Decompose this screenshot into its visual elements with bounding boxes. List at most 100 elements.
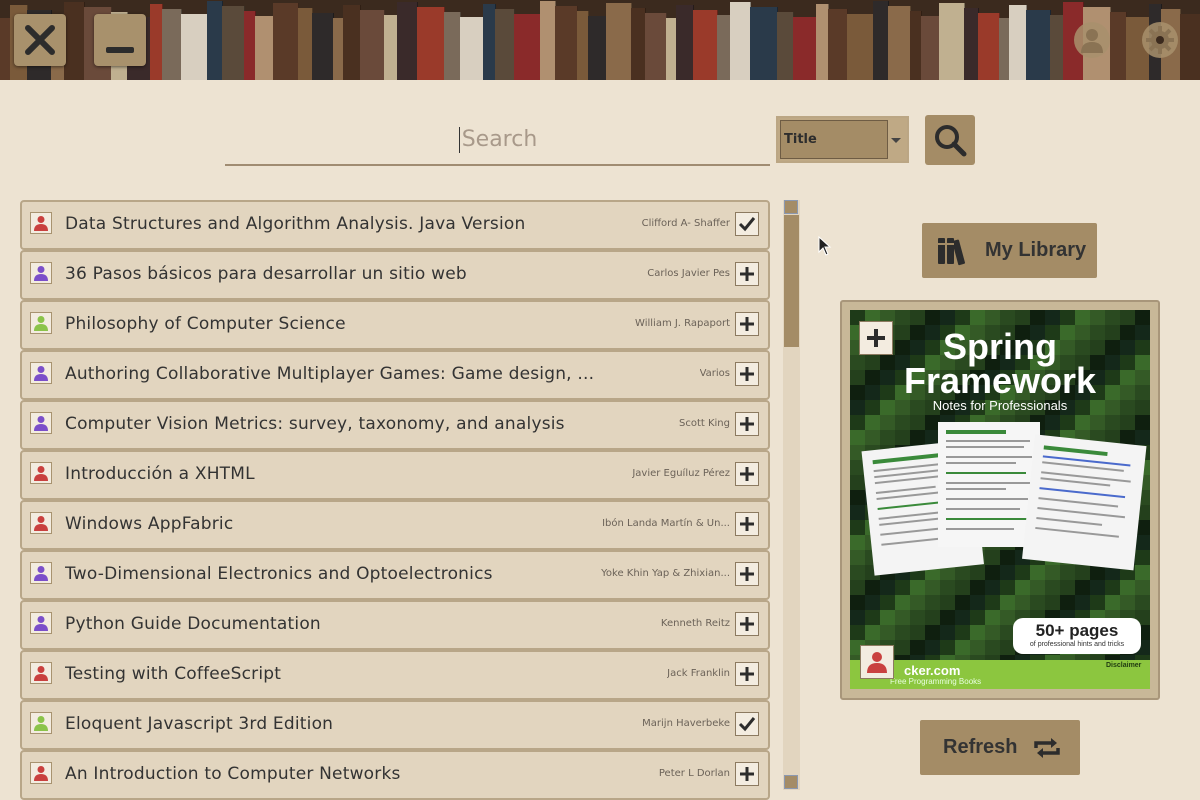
book-author: Varios [699,368,730,379]
book-author: Scott King [678,418,730,429]
book-row[interactable]: Eloquent Javascript 3rd Edition Marijn Ha… [20,700,770,750]
books-icon [938,238,966,266]
shelf-book-spine [676,5,694,80]
shelf-book-spine [222,6,245,80]
book-row[interactable]: Windows AppFabric Ibón Landa Martín & Un.… [20,500,770,550]
my-library-button[interactable]: My Library [922,223,1097,278]
add-to-library-button[interactable] [735,262,759,286]
search-field[interactable] [225,116,774,166]
book-title: Windows AppFabric [65,514,234,534]
search-input[interactable] [225,116,774,162]
book-row[interactable]: Computer Vision Metrics: survey, taxonom… [20,400,770,450]
close-button[interactable] [14,14,66,66]
user-icon [34,266,48,281]
shelf-book-spine [645,13,667,80]
shelf-book-spine [888,6,911,80]
add-to-library-button[interactable] [735,412,759,436]
user-button[interactable] [1074,22,1110,58]
book-row[interactable]: 36 Pasos básicos para desarrollar un sit… [20,250,770,300]
user-icon [34,216,48,231]
book-title: Python Guide Documentation [65,614,321,634]
shelf-book-spine [417,7,445,80]
minimize-icon [106,47,134,53]
shelf-book-spine [312,13,334,80]
search-button[interactable] [925,115,975,165]
shelf-book-spine [181,14,208,80]
shelf-book-spine [847,14,874,80]
book-title: Introducción a XHTML [65,464,255,484]
cover-title-line2: Framework [903,360,1097,401]
cover-pages-sub: of professional hints and tricks [1029,641,1125,648]
shelf-book-spine [1110,12,1127,80]
book-title: Philosophy of Computer Science [65,314,346,334]
shelf-book-spine [606,3,632,80]
settings-button[interactable] [1142,22,1178,58]
scroll-thumb[interactable] [784,215,799,347]
book-title: Data Structures and Algorithm Analysis. … [65,214,526,234]
mouse-cursor-icon [818,236,832,256]
cover-disclaimer: Disclaimer [1106,662,1142,669]
shelf-book-spine [64,2,85,80]
user-icon [34,466,48,481]
add-to-library-button[interactable] [735,312,759,336]
add-to-library-button[interactable] [735,762,759,786]
book-status-badge [30,512,52,534]
user-icon [1081,29,1103,53]
shelf-book-spine [717,15,731,80]
add-to-library-button[interactable] [735,512,759,536]
book-row[interactable]: Authoring Collaborative Multiplayer Game… [20,350,770,400]
book-status-badge [30,612,52,634]
shelf-book-spine [514,14,541,80]
book-row[interactable]: Philosophy of Computer Science William J.… [20,300,770,350]
shelf-book-spine [828,9,848,80]
refresh-button[interactable]: Refresh [920,720,1080,775]
scroll-up-arrow[interactable] [784,200,798,214]
book-row[interactable]: An Introduction to Computer Networks Pete… [20,750,770,800]
in-library-toggle[interactable] [735,212,759,236]
add-to-library-button[interactable] [735,362,759,386]
plus-icon [740,467,754,481]
book-author: Marijn Haverbeke [642,718,730,729]
search-filter-value: Title [780,120,888,159]
add-to-library-button[interactable] [735,662,759,686]
book-row[interactable]: Testing with CoffeeScript Jack Franklin [20,650,770,700]
book-row[interactable]: Introducción a XHTML Javier Eguíluz Pérez [20,450,770,500]
search-filter-select[interactable]: Title [776,116,909,163]
book-status-badge [30,712,52,734]
book-author: Ibón Landa Martín & Un... [602,518,730,529]
in-library-toggle[interactable] [735,712,759,736]
book-cover[interactable]: Spring Framework Notes for Professionals… [850,310,1150,689]
plus-icon [740,417,754,431]
shelf-book-spine [777,12,794,80]
shelf-book-spine [162,9,182,80]
book-status-badge [30,312,52,334]
book-row[interactable]: Python Guide Documentation Kenneth Reitz [20,600,770,650]
shelf-book-spine [1180,14,1200,80]
plus-icon [740,317,754,331]
cover-pages-badge: 50+ pages [1035,621,1119,640]
add-to-library-button[interactable] [735,462,759,486]
cover-add-button[interactable] [859,321,893,355]
shelf-book-spine [207,1,223,80]
plus-icon [740,667,754,681]
user-icon [34,716,48,731]
add-to-library-button[interactable] [735,562,759,586]
book-row[interactable]: Two-Dimensional Electronics and Optoelec… [20,550,770,600]
shelf-book-spine [540,1,556,80]
book-status-badge [30,462,52,484]
refresh-label: Refresh [943,736,1018,758]
user-icon [34,416,48,431]
minimize-button[interactable] [94,14,146,66]
add-to-library-button[interactable] [735,612,759,636]
shelf-book-spine [384,15,398,80]
book-status-badge [30,762,52,784]
book-row[interactable]: Data Structures and Algorithm Analysis. … [20,200,770,250]
scroll-down-arrow[interactable] [784,775,798,789]
user-icon [34,366,48,381]
header-bookshelf [0,0,1200,80]
book-author: Clifford A- Shaffer [641,218,730,229]
plus-icon [740,617,754,631]
shelf-book-spine [1009,5,1027,80]
plus-icon [740,567,754,581]
user-icon [34,766,48,781]
